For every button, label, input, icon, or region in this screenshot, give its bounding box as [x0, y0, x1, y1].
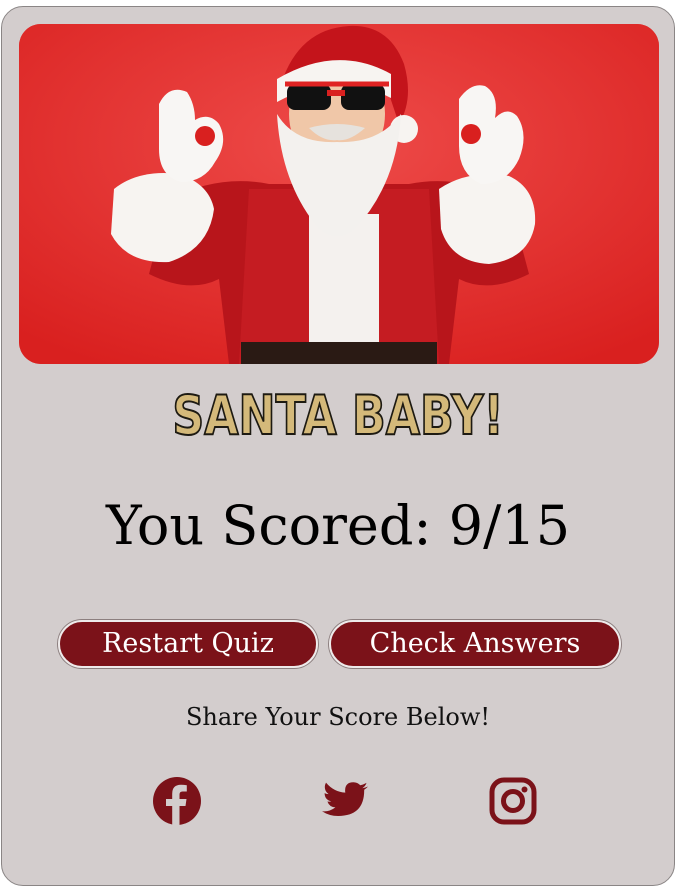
facebook-icon[interactable]	[151, 775, 203, 827]
check-answers-button[interactable]: Check Answers	[329, 620, 621, 668]
santa-image	[19, 24, 659, 364]
restart-quiz-button[interactable]: Restart Quiz	[58, 620, 318, 668]
share-label: Share Your Score Below!	[185, 703, 491, 731]
result-title: SANTA BABY!	[172, 384, 505, 447]
result-card: SANTA BABY! You Scored: 9/15 Restart Qui…	[1, 6, 675, 886]
instagram-icon[interactable]	[487, 775, 539, 827]
score-text: You Scored: 9/15	[105, 494, 571, 557]
twitter-icon[interactable]	[320, 775, 372, 827]
